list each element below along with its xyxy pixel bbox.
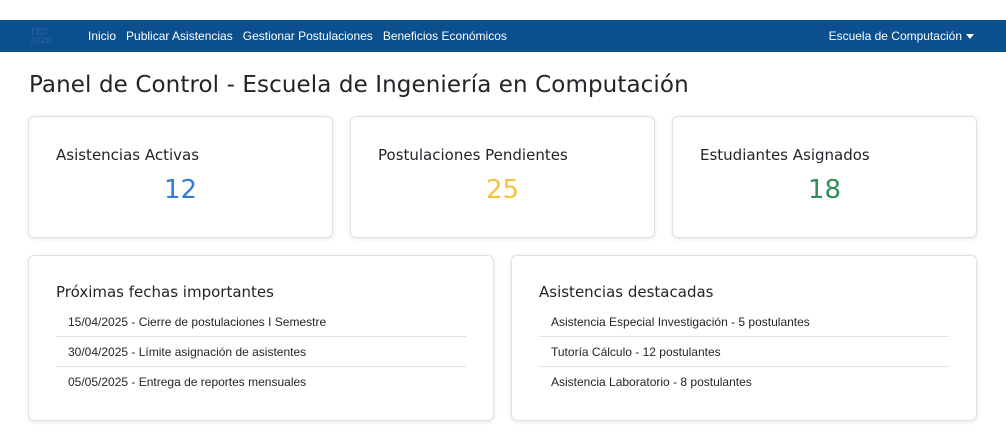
list-item: 05/05/2025 - Entrega de reportes mensual…	[68, 375, 307, 389]
featured-assistances-list: Asistencia Especial Investigación - 5 po…	[539, 307, 949, 397]
featured-assistances-title: Asistencias destacadas	[539, 283, 714, 301]
page-title: Panel de Control - Escuela de Ingeniería…	[29, 72, 689, 98]
brand-logo[interactable]: TEC 2026	[30, 27, 69, 45]
list-item: Tutoría Cálculo - 12 postulantes	[539, 337, 949, 367]
nav-link-publicar-asistencias[interactable]: Publicar Asistencias	[126, 29, 233, 43]
list-item: Asistencia Especial Investigación - 5 po…	[539, 307, 949, 337]
stat-label: Asistencias Activas	[56, 146, 200, 164]
stat-value: 18	[807, 175, 842, 205]
important-dates-title: Próximas fechas importantes	[56, 283, 274, 301]
caret-down-icon	[966, 33, 974, 39]
nav-links: Inicio Publicar Asistencias Gestionar Po…	[88, 29, 517, 43]
user-menu-label: Escuela de Computación	[828, 29, 962, 43]
stat-card-estudiantes-asignados: Estudiantes Asignados 18	[672, 116, 977, 238]
brand-text: TEC 2026	[30, 27, 52, 45]
stat-label: Estudiantes Asignados	[700, 146, 870, 164]
stat-card-postulaciones-pendientes: Postulaciones Pendientes 25	[350, 116, 655, 238]
nav-link-inicio[interactable]: Inicio	[88, 29, 116, 43]
list-item: 30/04/2025 - Límite asignación de asiste…	[56, 337, 466, 367]
list-item: Asistencia Laboratorio - 8 postulantes	[551, 375, 752, 389]
nav-link-gestionar-postulaciones[interactable]: Gestionar Postulaciones	[243, 29, 373, 43]
stat-value: 12	[163, 175, 198, 205]
important-dates-list: 15/04/2025 - Cierre de postulaciones I S…	[56, 307, 466, 397]
user-menu-dropdown[interactable]: Escuela de Computación	[829, 20, 974, 52]
featured-assistances-card: Asistencias destacadas Asistencia Especi…	[511, 255, 977, 421]
stat-label: Postulaciones Pendientes	[378, 146, 568, 164]
stat-value: 25	[485, 175, 520, 205]
top-navbar: TEC 2026 Inicio Publicar Asistencias Ges…	[0, 20, 1006, 52]
important-dates-card: Próximas fechas importantes 15/04/2025 -…	[28, 255, 494, 421]
nav-link-beneficios-economicos[interactable]: Beneficios Económicos	[383, 29, 507, 43]
stat-card-asistencias-activas: Asistencias Activas 12	[28, 116, 333, 238]
list-item: 15/04/2025 - Cierre de postulaciones I S…	[56, 307, 466, 337]
